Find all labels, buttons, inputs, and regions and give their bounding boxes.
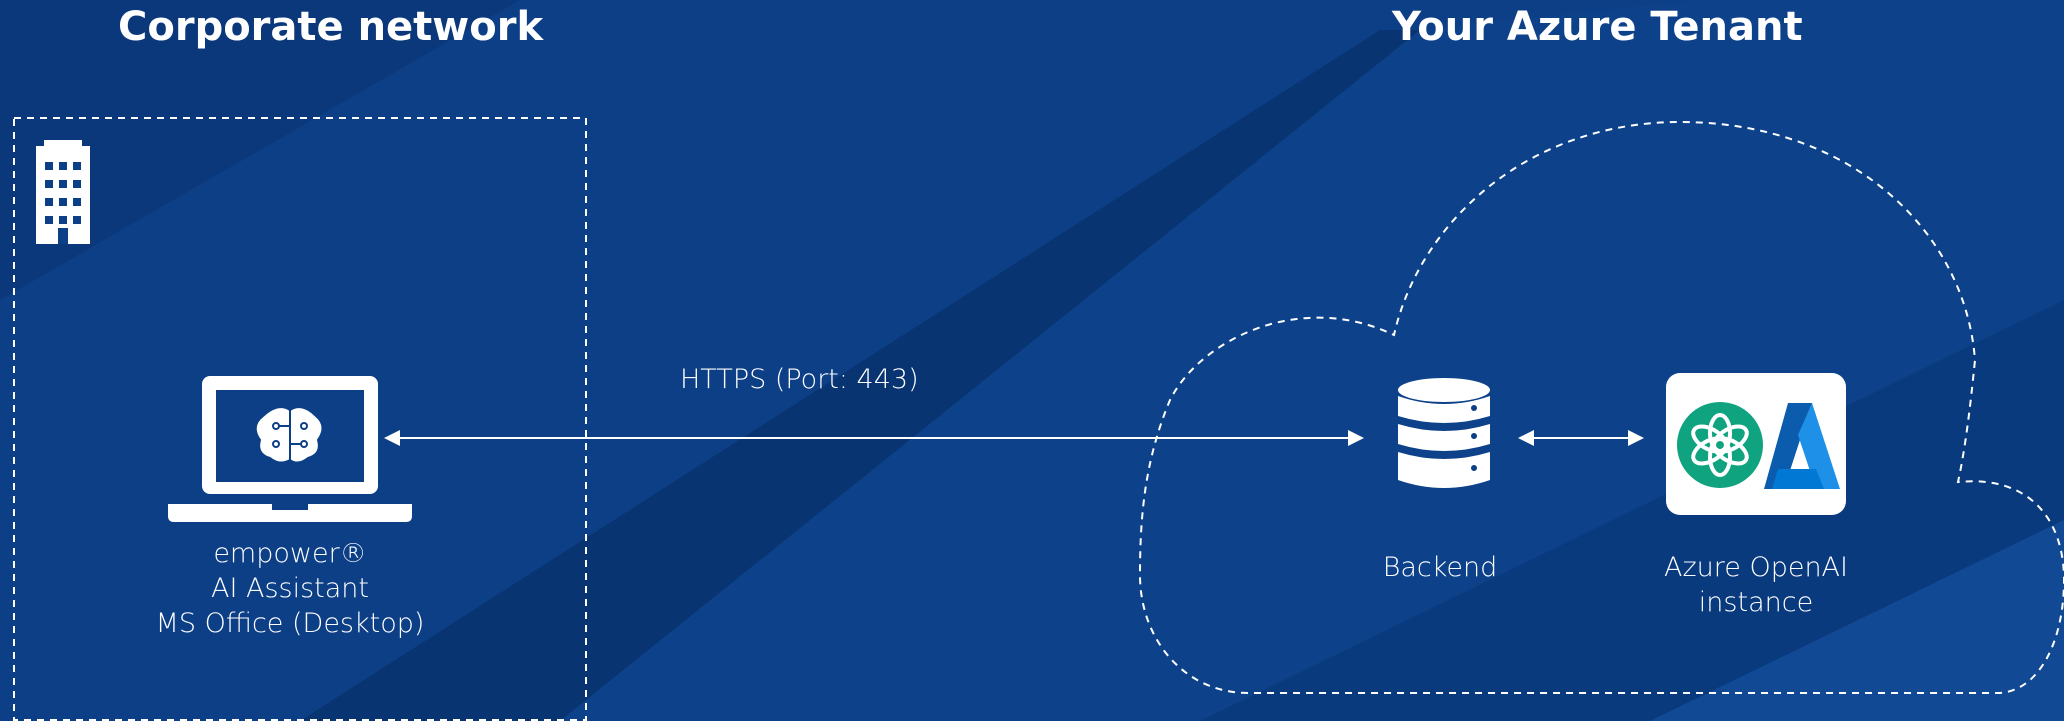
client-label: empower® AI Assistant MS Office (Desktop… (140, 536, 440, 641)
azure-tenant-cloud-boundary (1138, 120, 2064, 694)
openai-icon (1677, 402, 1763, 488)
openai-label-line-1: Azure OpenAI (1663, 552, 1848, 583)
database-icon (1398, 378, 1490, 488)
client-label-line-1: empower® (213, 538, 367, 569)
https-connection-arrow (384, 430, 1364, 446)
client-label-line-2: AI Assistant (210, 573, 370, 604)
brain-circuit-icon (254, 406, 324, 464)
azure-openai-tile (1666, 373, 1846, 515)
backend-label: Backend (1382, 552, 1498, 583)
backend-openai-arrow (1518, 430, 1644, 446)
laptop-icon (168, 376, 412, 522)
openai-label-line-2: instance (1698, 587, 1814, 618)
client-label-line-3: MS Office (Desktop) (155, 608, 425, 639)
building-icon (36, 140, 90, 244)
https-connection-label: HTTPS (Port: 443) (680, 364, 919, 395)
openai-instance-label: Azure OpenAI instance (1636, 550, 1876, 620)
